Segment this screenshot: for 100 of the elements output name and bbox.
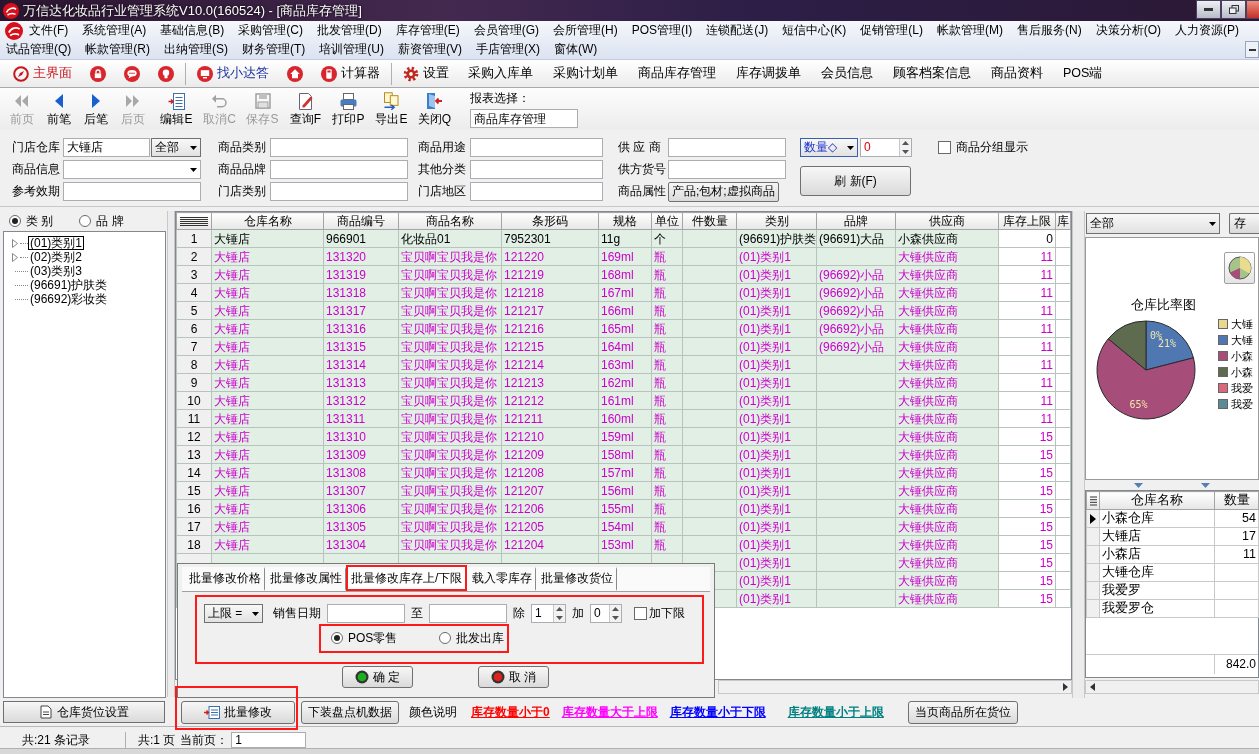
menu-item[interactable]: 窗体(W) [554,42,598,57]
report-field[interactable]: 商品库存管理 [470,109,578,129]
menu-item[interactable]: 薪资管理(V) [398,42,462,57]
toolbar-button[interactable]: 打印P [327,91,370,127]
dropdown[interactable]: 数量◇ [800,138,858,157]
column-header[interactable]: 规格 [598,212,652,230]
page-field[interactable]: 1 [231,732,307,748]
date-field[interactable] [429,604,507,623]
toolbar-button[interactable]: 关闭Q [413,91,456,127]
dropdown[interactable]: 上限 = [204,604,263,623]
tree-item[interactable]: (96691)护肤类 [28,278,110,292]
radio-option[interactable]: 类 别 [9,213,54,229]
input-field[interactable]: 大锤店 [63,138,150,157]
close-button[interactable] [1246,0,1259,19]
column-header[interactable]: 条形码 [501,212,599,230]
radio-button[interactable] [9,215,21,227]
expand-triangle-icon[interactable] [12,238,18,248]
horizontal-scrollbar[interactable] [718,680,1072,694]
toolbar-button[interactable]: 编辑E [155,91,198,127]
input-field[interactable] [63,182,201,201]
input-field[interactable] [270,160,408,179]
toolbar-button[interactable]: 商品库存管理 [628,61,726,86]
input-field[interactable] [470,138,603,157]
toolbar-button[interactable]: 后笔 [77,91,114,127]
dropdown[interactable]: 全部 [1086,213,1220,234]
toolbar-button[interactable]: 采购计划单 [543,61,628,86]
menu-item[interactable]: 帐款管理(M) [937,23,1003,38]
menu-item[interactable]: 出纳管理(S) [164,42,228,57]
radio-button[interactable] [79,215,92,227]
expand-triangle-icon[interactable] [12,252,18,262]
number-spinner[interactable]: 0 [590,604,622,623]
splitter-arrow-icon[interactable] [1134,482,1143,488]
checkbox-option[interactable]: 加下限 [634,606,685,621]
toolbar-button[interactable]: 主界面 [4,61,81,86]
column-header[interactable]: 数量 [1214,491,1259,510]
column-header[interactable]: 供应商 [895,212,999,230]
toolbar-button[interactable]: POS端 [1053,61,1113,86]
menu-item[interactable]: 人力资源(P) [1175,23,1239,38]
splitter-arrow-icon[interactable] [1201,482,1210,488]
menu-item[interactable]: 文件(F) [29,23,69,38]
confirm-button[interactable]: 确 定 [342,666,413,688]
toolbar-button[interactable]: 计算器 [312,61,389,86]
number-spinner[interactable]: 0 [860,138,912,157]
tree-item[interactable]: (03)类别3 [28,264,84,278]
menu-item[interactable]: 会员管理(G) [473,23,539,38]
column-header[interactable]: 件数量 [682,212,737,230]
input-field[interactable] [668,138,786,157]
checkbox-option[interactable]: 商品分组显示 [938,140,1028,155]
menu-item[interactable]: 库存管理(E) [395,23,460,38]
input-field[interactable] [470,160,603,179]
action-button[interactable]: 批量修改 [181,701,295,724]
side-button[interactable]: 存 [1229,213,1259,234]
radio-option[interactable]: 批发出库 [439,631,505,646]
radio-button[interactable] [439,632,452,645]
attribute-button[interactable]: 产品;包材;虚拟商品 [668,181,779,202]
toolbar-button[interactable]: 前笔 [40,91,77,127]
menu-item[interactable]: 手店管理(X) [476,42,540,57]
minimize-button[interactable] [1245,41,1259,58]
toolbar-button[interactable]: 找小达答 [188,61,278,86]
menu-item[interactable]: 基础信息(B) [160,23,225,38]
toolbar-button[interactable]: 顾客档案信息 [883,61,981,86]
menu-item[interactable]: POS管理(I) [631,23,693,38]
refresh-button[interactable]: 刷 新(F) [800,166,911,196]
chart-type-button[interactable] [1224,252,1255,284]
input-field[interactable] [470,182,603,201]
toolbar-button[interactable]: 会员信息 [811,61,883,86]
restore-button[interactable] [1221,0,1246,19]
tab[interactable]: 载入零库存 [467,567,537,591]
toolbar-button[interactable]: 采购入库单 [458,61,543,86]
toolbar-button[interactable]: 设置 [394,61,458,86]
column-header[interactable]: 仓库名称 [211,212,324,230]
input-field[interactable] [270,182,408,201]
tab[interactable]: 批量修改库存上/下限 [346,565,468,591]
lines-icon[interactable] [1089,495,1097,506]
menu-item[interactable]: 短信中心(K) [782,23,847,38]
tree-item[interactable]: (01)类别1 [28,236,84,250]
checkbox[interactable] [634,607,647,620]
scroll-right-icon[interactable] [1063,683,1068,691]
menu-item[interactable]: 连锁配送(J) [706,23,769,38]
toolbar-button[interactable]: 查询F [284,91,327,127]
tab[interactable]: 批量修改货位 [536,567,618,591]
toolbar-button[interactable]: 导出E [370,91,413,127]
warehouse-location-button[interactable]: 仓库货位设置 [3,701,165,723]
date-field[interactable] [327,604,405,623]
scroll-left-icon[interactable] [1090,683,1095,691]
checkbox[interactable] [938,141,951,154]
menu-item[interactable]: 系统管理(A) [82,23,147,38]
column-header[interactable]: 品牌 [816,212,896,230]
column-header[interactable]: 商品名称 [398,212,502,230]
cancel-button[interactable]: 取 消 [478,666,549,688]
minimize-button[interactable] [1196,0,1221,19]
column-header[interactable]: 单位 [651,212,683,230]
toolbar-button[interactable]: 库存调拨单 [726,61,811,86]
combo-box[interactable] [63,160,201,179]
menu-item[interactable]: 采购管理(C) [238,23,303,38]
input-field[interactable] [270,138,408,157]
action-button[interactable]: 下装盘点机数据 [301,700,399,724]
menu-item[interactable]: 帐款管理(R) [85,42,150,57]
toolbar-button[interactable]: 商品资料 [981,61,1053,86]
column-header[interactable]: 商品编号 [323,212,399,230]
